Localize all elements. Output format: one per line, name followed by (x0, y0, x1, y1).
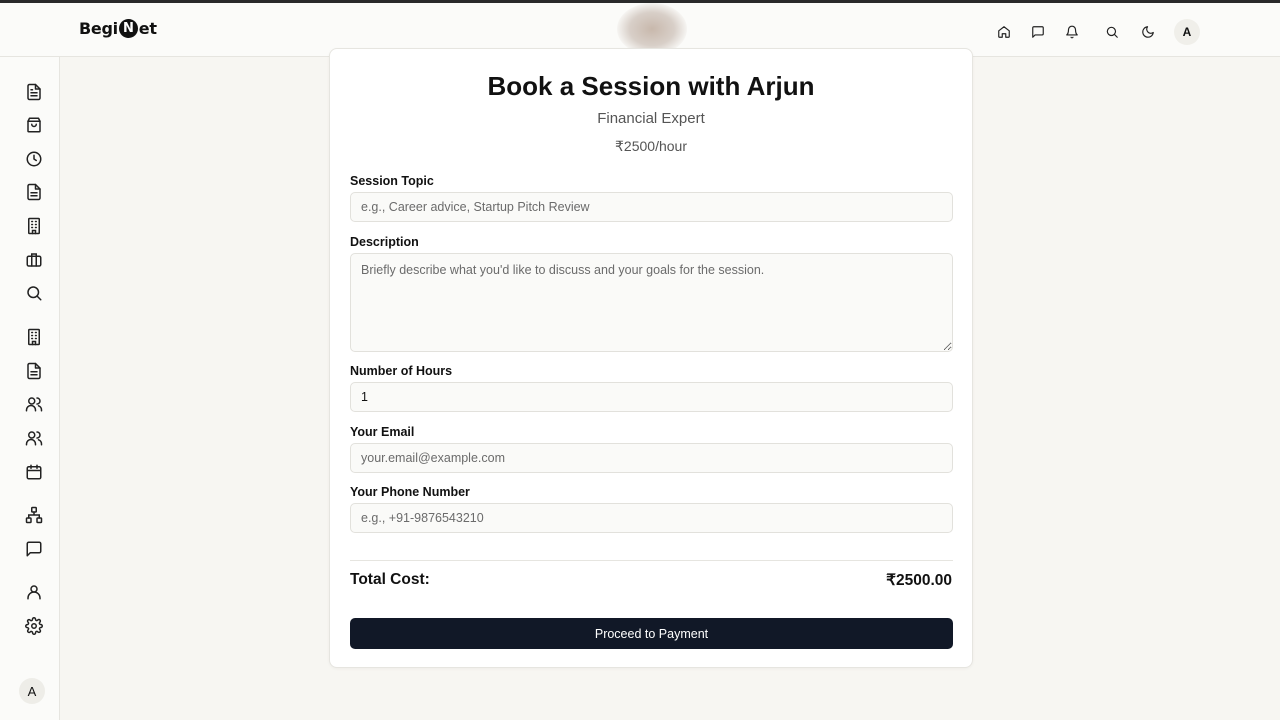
search-icon[interactable] (25, 284, 43, 302)
search-icon[interactable] (1102, 22, 1122, 42)
users-icon[interactable] (25, 429, 43, 447)
message-icon[interactable] (25, 540, 43, 558)
moon-icon[interactable] (1138, 22, 1158, 42)
building-icon[interactable] (25, 217, 43, 235)
hours-label: Number of Hours (350, 364, 453, 378)
phone-label: Your Phone Number (350, 485, 470, 499)
network-icon[interactable] (25, 506, 43, 524)
document-icon[interactable] (25, 83, 43, 101)
briefcase-icon[interactable] (25, 251, 43, 269)
proceed-to-payment-button[interactable]: Proceed to Payment (350, 618, 953, 649)
calendar-icon[interactable] (25, 463, 43, 481)
clock-icon[interactable] (25, 150, 43, 168)
description-label: Description (350, 235, 419, 249)
phone-input[interactable] (350, 503, 953, 533)
file-text-icon[interactable] (25, 183, 43, 201)
session-topic-input[interactable] (350, 192, 953, 222)
sidebar: A (0, 57, 60, 720)
email-label: Your Email (350, 425, 415, 439)
message-icon[interactable] (1028, 22, 1048, 42)
user-icon[interactable] (25, 583, 43, 601)
page-title: Book a Session with Arjun (487, 71, 815, 101)
booking-card: Book a Session with Arjun Financial Expe… (329, 48, 973, 668)
file-text-icon[interactable] (25, 362, 43, 380)
sidebar-user-avatar[interactable]: A (19, 678, 45, 704)
home-icon[interactable] (994, 22, 1014, 42)
header-actions: A (980, 19, 1200, 45)
user-avatar[interactable]: A (1174, 19, 1200, 45)
building-icon[interactable] (25, 328, 43, 346)
total-cost-value: ₹2500.00 (886, 572, 952, 589)
bag-icon[interactable] (25, 116, 43, 134)
users-icon[interactable] (25, 395, 43, 413)
expert-role: Financial Expert (597, 110, 705, 127)
email-input[interactable] (350, 443, 953, 473)
logo-n-badge: N (118, 19, 138, 38)
gear-icon[interactable] (25, 617, 43, 635)
hourly-rate: ₹2500/hour (615, 138, 687, 154)
description-textarea[interactable] (350, 253, 953, 352)
divider (350, 560, 953, 561)
session-topic-label: Session Topic (350, 174, 434, 188)
bell-icon[interactable] (1062, 22, 1082, 42)
total-cost-label: Total Cost: (350, 571, 430, 588)
hours-input[interactable] (350, 382, 953, 412)
app-logo[interactable]: Begi Net (79, 19, 157, 38)
